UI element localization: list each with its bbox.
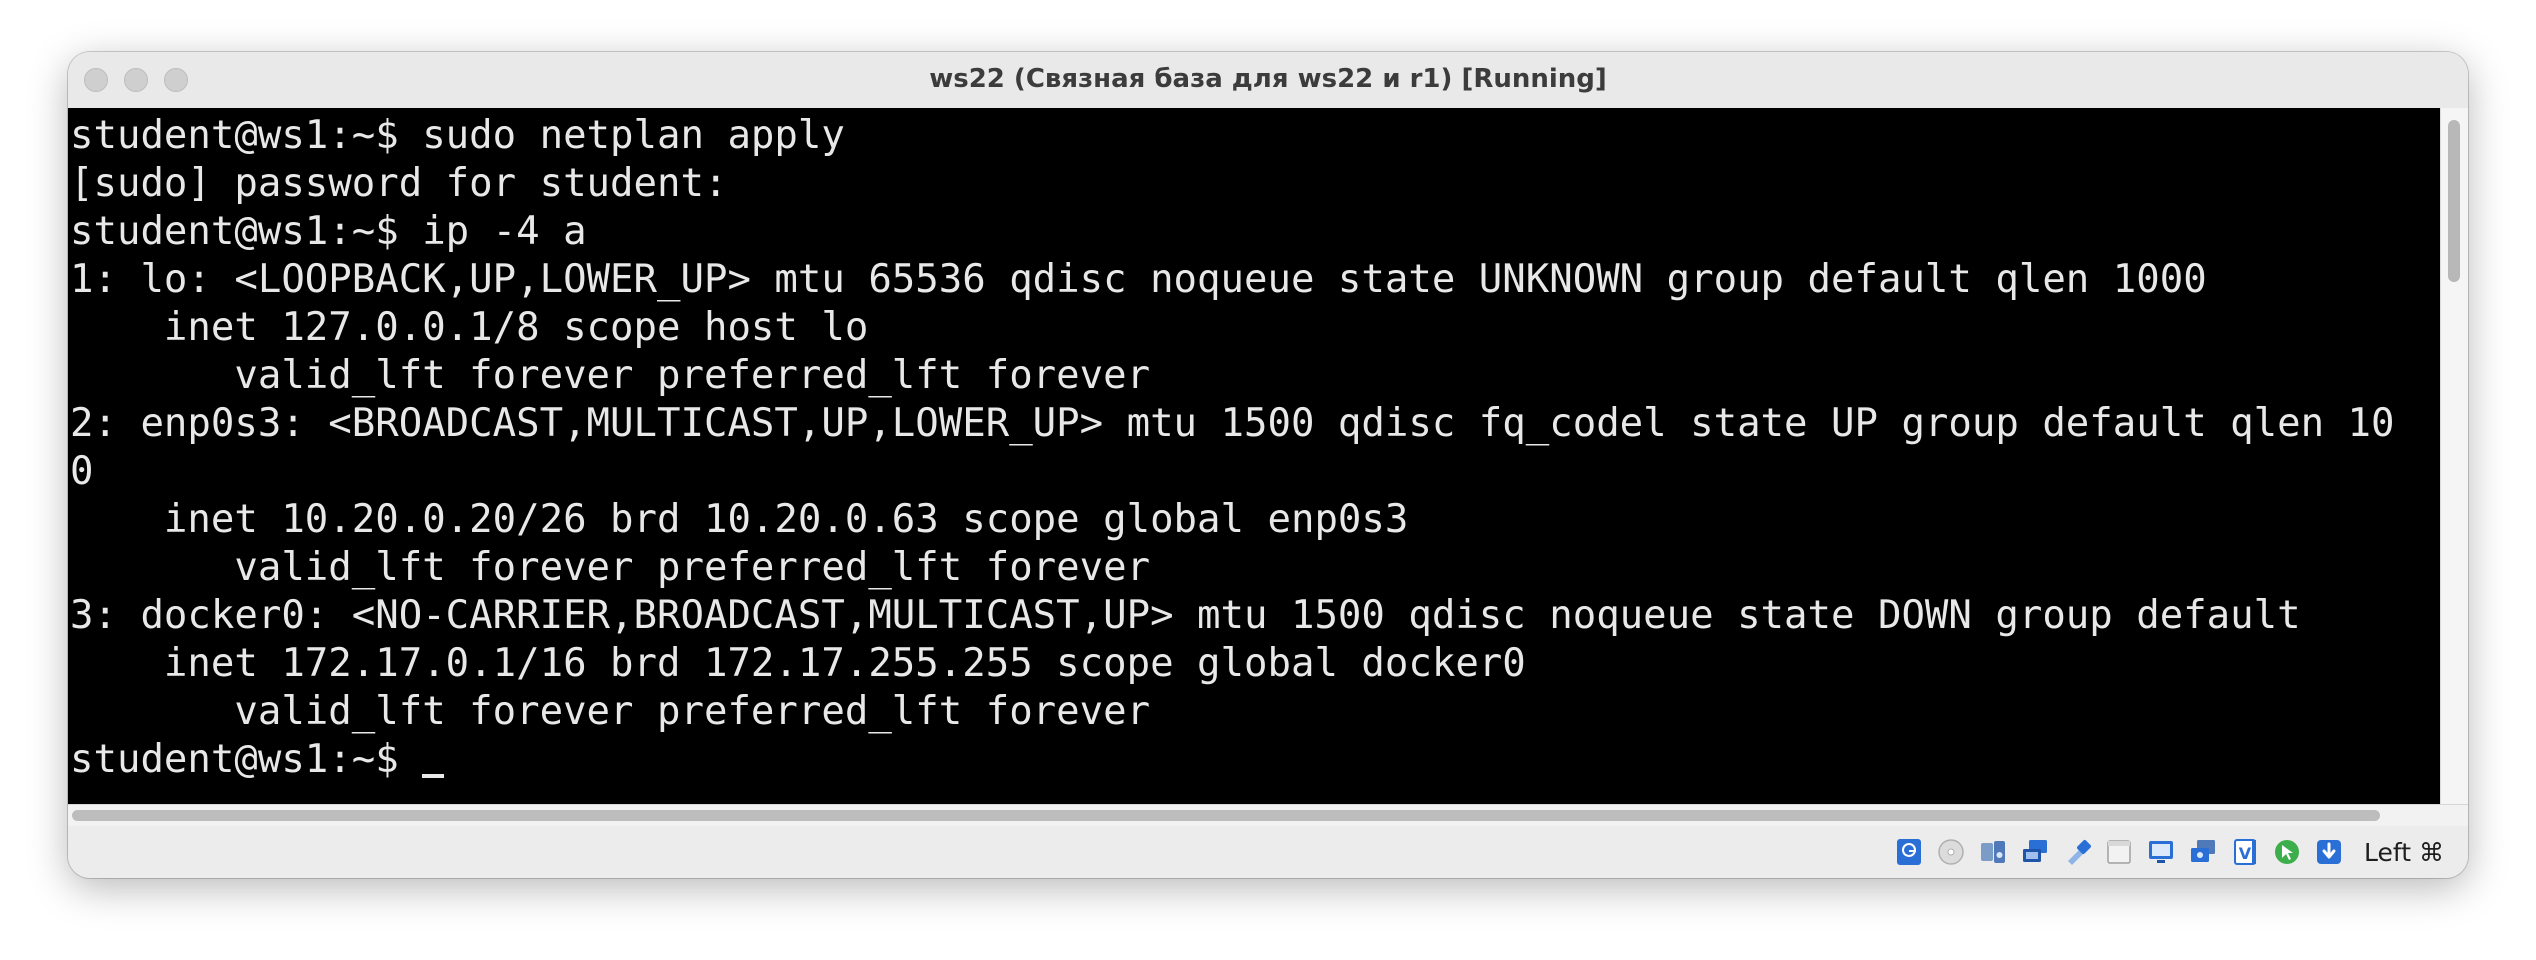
recording-icon[interactable] xyxy=(2186,835,2220,869)
shell-prompt: student@ws1:~$ xyxy=(70,737,423,782)
terminal-line: 2: enp0s3: <BROADCAST,MULTICAST,UP,LOWER… xyxy=(70,401,2395,446)
horizontal-scrollbar[interactable] xyxy=(68,804,2468,826)
window-title: ws22 (Связная база для ws22 и r1) [Runni… xyxy=(929,64,1607,94)
terminal-line: [sudo] password for student: xyxy=(70,161,728,206)
terminal-line: 0 xyxy=(70,449,94,494)
vertical-scrollbar-thumb[interactable] xyxy=(2448,120,2460,282)
network-icon[interactable] xyxy=(2018,835,2052,869)
mouse-integration-icon[interactable] xyxy=(2270,835,2304,869)
terminal-line: inet 172.17.0.1/16 brd 172.17.255.255 sc… xyxy=(70,641,1526,686)
cpu-virtualization-icon[interactable]: V xyxy=(2228,835,2262,869)
terminal-line: inet 127.0.0.1/8 scope host lo xyxy=(70,305,869,350)
terminal-prompt-line[interactable]: student@ws1:~$ xyxy=(70,736,2395,784)
svg-text:V: V xyxy=(2239,844,2252,863)
terminal-output: student@ws1:~$ sudo netplan apply [sudo]… xyxy=(70,112,2395,784)
status-icons: V Left ⌘ xyxy=(1892,835,2444,869)
status-bar: V Left ⌘ xyxy=(68,826,2468,878)
terminal-line: valid_lft forever preferred_lft forever xyxy=(70,353,1151,398)
terminal-line: valid_lft forever preferred_lft forever xyxy=(70,545,1151,590)
hard-disk-icon[interactable] xyxy=(1892,835,1926,869)
title-bar[interactable]: ws22 (Связная база для ws22 и r1) [Runni… xyxy=(68,52,2468,109)
text-cursor xyxy=(422,774,445,778)
vm-console[interactable]: student@ws1:~$ sudo netplan apply [sudo]… xyxy=(68,108,2440,804)
terminal-line: 3: docker0: <NO-CARRIER,BROADCAST,MULTIC… xyxy=(70,593,2301,638)
horizontal-scrollbar-thumb[interactable] xyxy=(72,810,2380,821)
terminal-line: 1: lo: <LOOPBACK,UP,LOWER_UP> mtu 65536 … xyxy=(70,257,2207,302)
usb-icon[interactable] xyxy=(2060,835,2094,869)
vertical-scrollbar[interactable] xyxy=(2440,108,2468,804)
vm-window: ws22 (Связная база для ws22 и r1) [Runni… xyxy=(68,52,2468,878)
keyboard-capture-icon[interactable] xyxy=(2312,835,2346,869)
terminal-line: student@ws1:~$ ip -4 a xyxy=(70,209,587,254)
display-icon[interactable] xyxy=(2144,835,2178,869)
terminal-line: valid_lft forever preferred_lft forever xyxy=(70,689,1151,734)
audio-icon[interactable] xyxy=(1976,835,2010,869)
terminal-line: student@ws1:~$ sudo netplan apply xyxy=(70,113,845,158)
optical-drive-icon[interactable] xyxy=(1934,835,1968,869)
terminal-line: inet 10.20.0.20/26 brd 10.20.0.63 scope … xyxy=(70,497,1409,542)
host-key-label[interactable]: Left ⌘ xyxy=(2364,838,2444,867)
shared-folders-icon[interactable] xyxy=(2102,835,2136,869)
